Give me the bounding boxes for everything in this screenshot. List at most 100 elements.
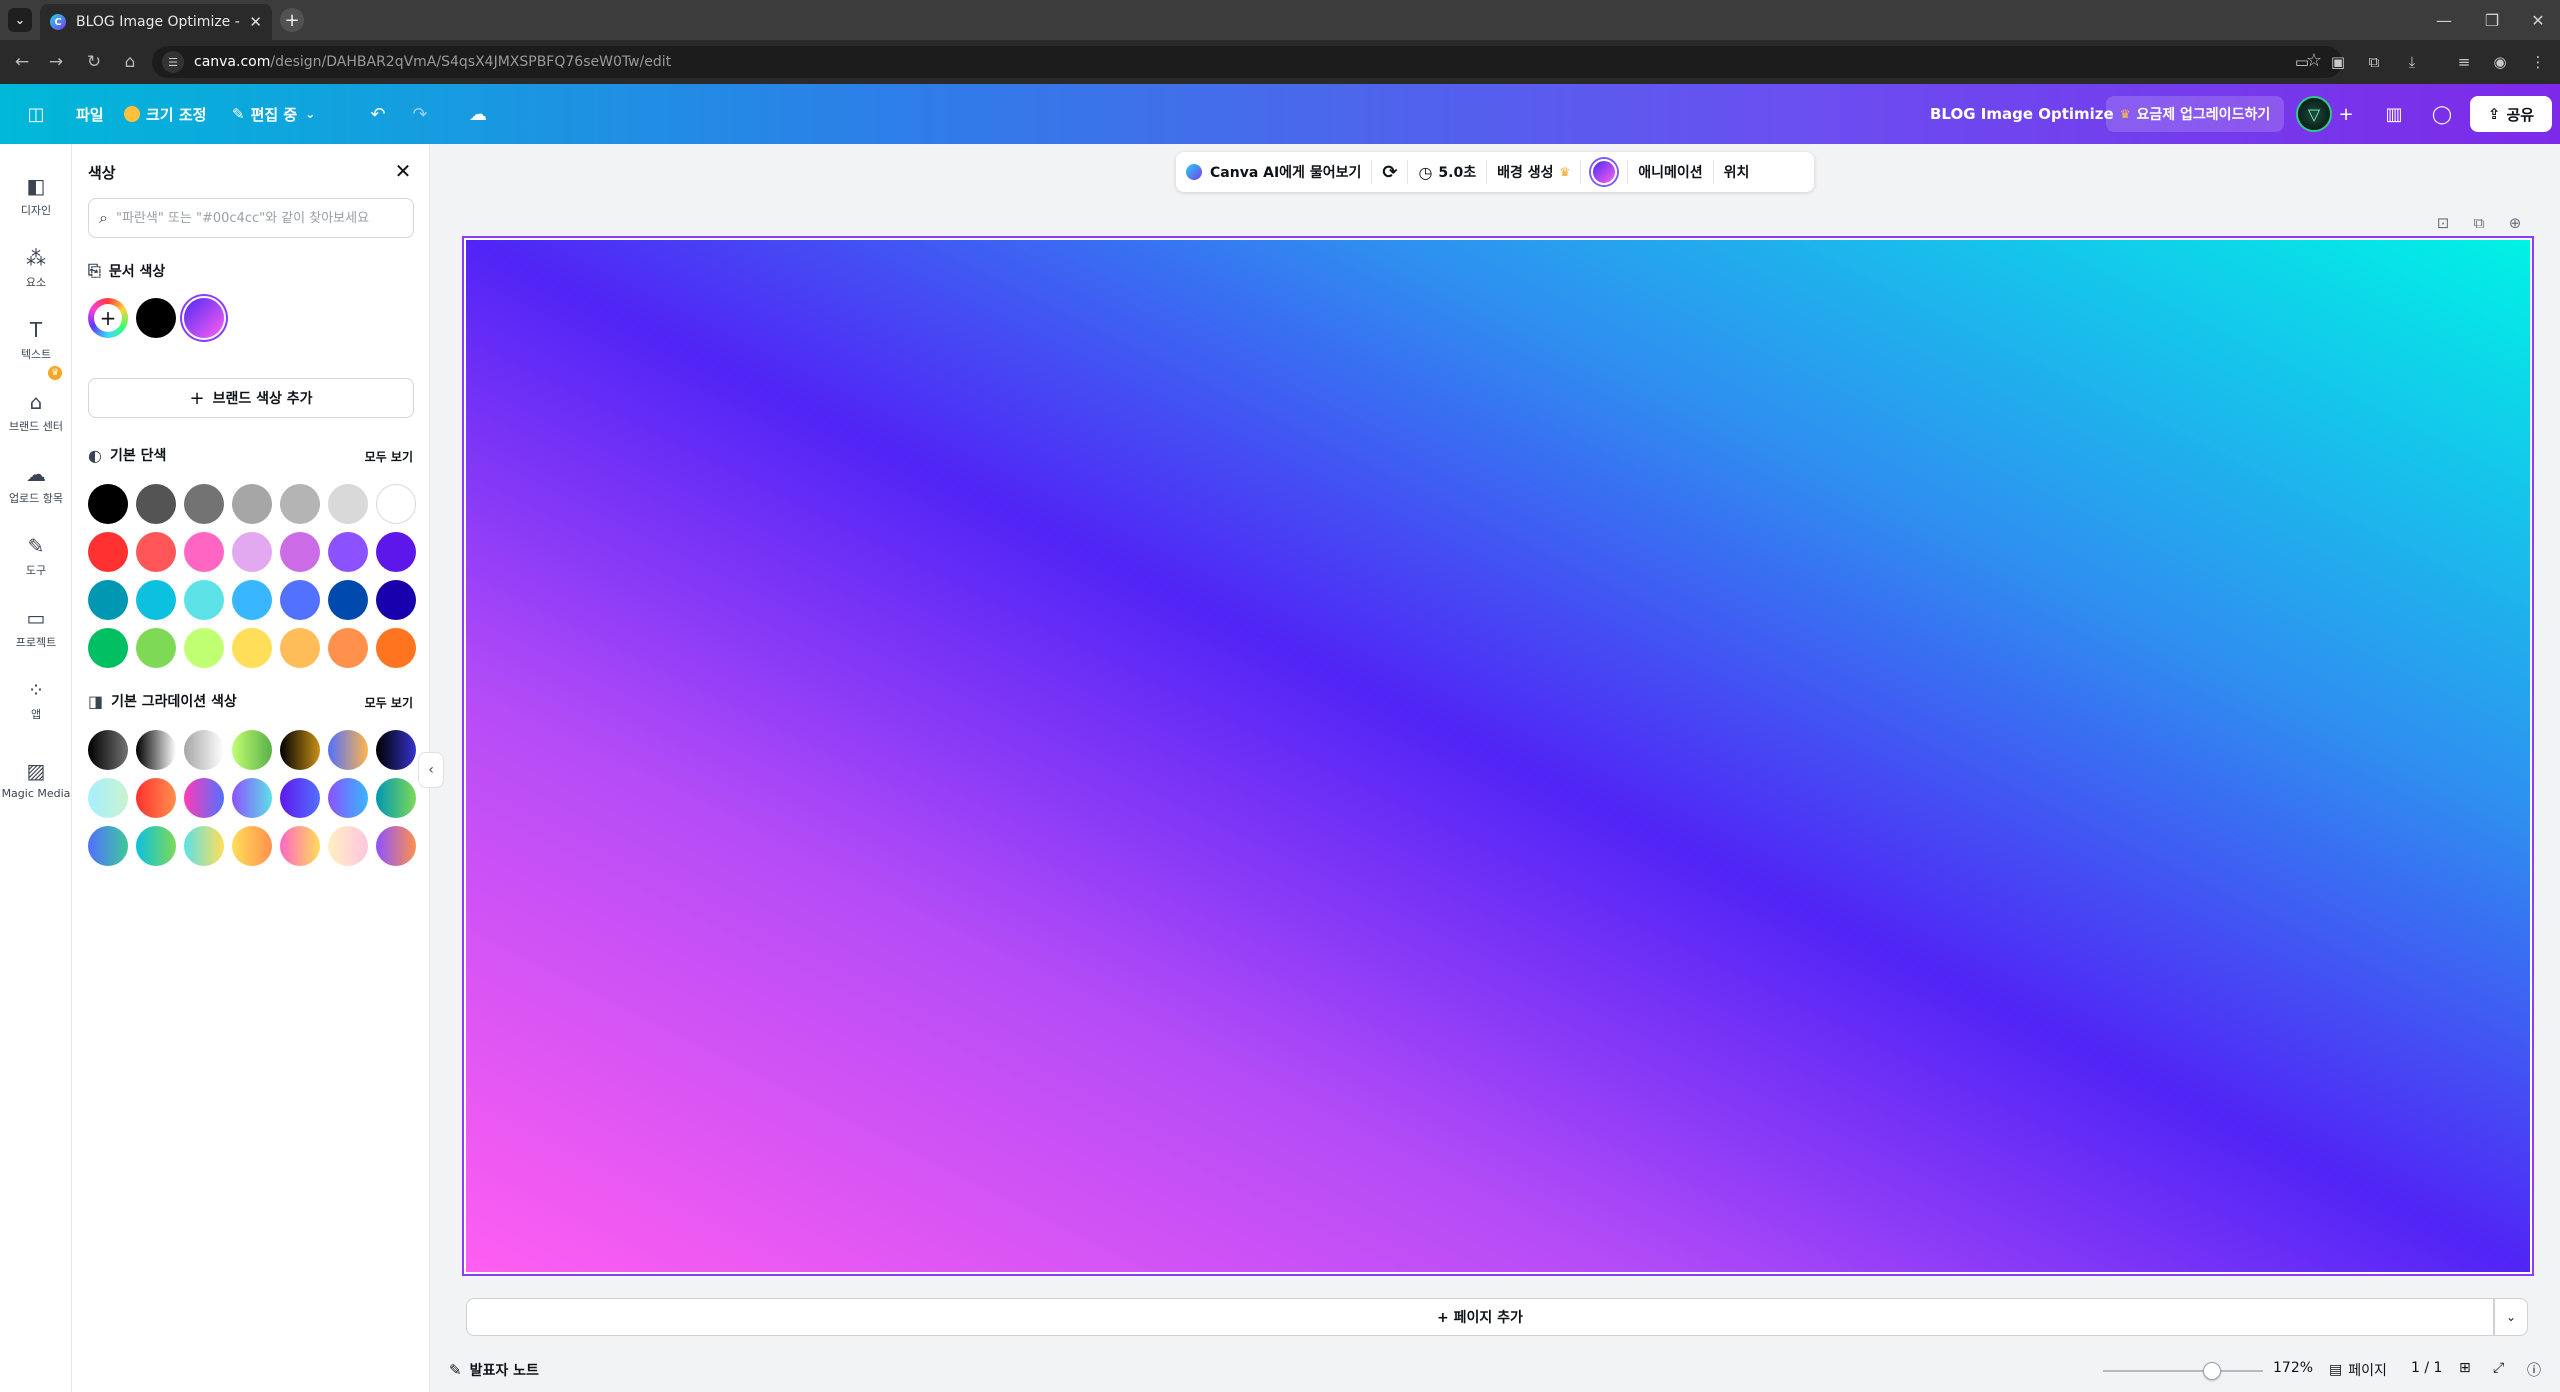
- lock-icon[interactable]: ⊡: [2432, 212, 2454, 234]
- solid-color-swatch[interactable]: [88, 580, 128, 620]
- rail-item-uploads[interactable]: ☁ 업로드 항목: [0, 452, 72, 514]
- rail-item-projects[interactable]: ▭ 프로젝트: [0, 596, 72, 658]
- solid-color-swatch[interactable]: [88, 532, 128, 572]
- gradient-color-swatch[interactable]: [88, 778, 128, 818]
- solid-color-swatch[interactable]: [232, 580, 272, 620]
- editing-mode-button[interactable]: ✎ 편집 중 ⌄: [232, 98, 315, 130]
- solid-color-swatch[interactable]: [280, 580, 320, 620]
- solid-color-swatch[interactable]: [232, 532, 272, 572]
- pages-button[interactable]: ▤ 페이지: [2329, 1360, 2387, 1380]
- solid-color-swatch[interactable]: [184, 580, 224, 620]
- collapse-panel-icon[interactable]: ‹: [418, 752, 444, 788]
- zoom-slider-thumb[interactable]: [2203, 1362, 2221, 1380]
- solid-color-swatch[interactable]: [328, 532, 368, 572]
- gradient-color-swatch[interactable]: [280, 730, 320, 770]
- rail-item-design[interactable]: ◧ 디자인: [0, 164, 72, 226]
- back-icon[interactable]: ←: [10, 50, 34, 74]
- solid-color-swatch[interactable]: [280, 532, 320, 572]
- cloud-saved-icon[interactable]: ☁: [462, 98, 494, 130]
- solid-color-swatch[interactable]: [280, 628, 320, 668]
- reading-list-icon[interactable]: ▭: [2290, 50, 2314, 74]
- solid-color-swatch[interactable]: [328, 580, 368, 620]
- background-generator-button[interactable]: 배경 생성 ♛: [1487, 152, 1580, 192]
- close-icon[interactable]: ✕: [390, 158, 416, 184]
- solid-color-swatch[interactable]: [136, 628, 176, 668]
- solid-color-swatch[interactable]: [232, 484, 272, 524]
- gradient-color-swatch[interactable]: [328, 778, 368, 818]
- gradient-color-swatch[interactable]: [376, 778, 416, 818]
- gradient-color-swatch[interactable]: [136, 826, 176, 866]
- background-color-button[interactable]: [1581, 152, 1627, 192]
- position-button[interactable]: 위치: [1714, 152, 1760, 192]
- zoom-slider[interactable]: [2103, 1362, 2263, 1380]
- download-icon[interactable]: ⤓: [2400, 50, 2424, 74]
- animate-button[interactable]: 애니메이션: [1628, 152, 1712, 192]
- home-icon[interactable]: ⌂: [118, 50, 142, 74]
- presenter-notes-button[interactable]: ✎ 발표자 노트: [449, 1360, 539, 1380]
- help-icon[interactable]: ⓘ: [2527, 1360, 2541, 1380]
- gradient-color-swatch[interactable]: [184, 730, 224, 770]
- gradient-color-swatch[interactable]: [280, 778, 320, 818]
- rail-item-magic-media[interactable]: ▨ Magic Media: [0, 748, 72, 810]
- gradient-color-swatch[interactable]: [136, 730, 176, 770]
- ask-canva-ai-button[interactable]: Canva AI에게 물어보기: [1176, 152, 1371, 192]
- color-search[interactable]: ⌕: [88, 198, 414, 238]
- add-color-button[interactable]: +: [88, 298, 128, 338]
- rail-item-elements[interactable]: ⁂ 요소: [0, 236, 72, 298]
- add-brand-colors-button[interactable]: + 브랜드 색상 추가: [88, 378, 414, 418]
- rail-item-draw[interactable]: ✎ 도구: [0, 524, 72, 586]
- browser-tab[interactable]: C BLOG Image Optimize - 1200× ✕: [40, 4, 272, 40]
- solid-color-swatch[interactable]: [328, 484, 368, 524]
- undo-icon[interactable]: ↶: [362, 98, 394, 130]
- share-button[interactable]: ⇪ 공유: [2470, 96, 2552, 132]
- restore-icon[interactable]: ❐: [2474, 6, 2510, 34]
- gradient-color-swatch[interactable]: [184, 826, 224, 866]
- replace-icon[interactable]: ⟳: [1372, 152, 1407, 192]
- tab-search-icon[interactable]: ⌄: [8, 8, 32, 32]
- duration-button[interactable]: ◷ 5.0초: [1408, 152, 1486, 192]
- design-title[interactable]: BLOG Image Optimize: [1930, 98, 2114, 130]
- rail-item-brand[interactable]: ⌂ 브랜드 센터: [0, 380, 72, 442]
- page-counter[interactable]: 1 / 1: [2411, 1360, 2442, 1376]
- gradient-see-all-link[interactable]: 모두 보기: [365, 694, 413, 711]
- avatar[interactable]: ▽: [2296, 96, 2332, 132]
- solid-color-swatch[interactable]: [376, 484, 416, 524]
- reload-icon[interactable]: ↻: [82, 50, 106, 74]
- gradient-color-swatch[interactable]: [328, 730, 368, 770]
- gradient-color-swatch[interactable]: [88, 730, 128, 770]
- document-color-swatch[interactable]: [136, 298, 176, 338]
- solid-color-swatch[interactable]: [184, 628, 224, 668]
- add-page-icon[interactable]: ⊕: [2504, 212, 2526, 234]
- address-bar[interactable]: ☰ canva.com/design/DAHBAR2qVmA/S4qsX4JMX…: [152, 46, 2342, 78]
- gradient-color-swatch[interactable]: [184, 778, 224, 818]
- forward-icon[interactable]: →: [44, 50, 68, 74]
- solid-color-swatch[interactable]: [376, 628, 416, 668]
- media-control-icon[interactable]: ≡: [2452, 50, 2476, 74]
- resize-button[interactable]: 크기 조정: [124, 98, 206, 130]
- solid-color-swatch[interactable]: [232, 628, 272, 668]
- profile-icon[interactable]: ◉: [2488, 50, 2512, 74]
- solid-color-swatch[interactable]: [88, 484, 128, 524]
- solid-color-swatch[interactable]: [136, 580, 176, 620]
- insights-icon[interactable]: ▥: [2378, 98, 2410, 130]
- solid-color-swatch[interactable]: [184, 484, 224, 524]
- solid-color-swatch[interactable]: [376, 532, 416, 572]
- gradient-color-swatch[interactable]: [328, 826, 368, 866]
- gradient-color-swatch[interactable]: [232, 730, 272, 770]
- upgrade-button[interactable]: ♛ 요금제 업그레이드하기: [2106, 96, 2284, 132]
- rail-item-apps[interactable]: ⁘ 앱: [0, 668, 72, 730]
- solid-color-swatch[interactable]: [376, 580, 416, 620]
- file-menu[interactable]: 파일: [76, 98, 104, 130]
- solid-see-all-link[interactable]: 모두 보기: [365, 448, 413, 465]
- solid-color-swatch[interactable]: [280, 484, 320, 524]
- fullscreen-icon[interactable]: ⤢: [2493, 1360, 2504, 1376]
- design-page[interactable]: [462, 236, 2534, 1276]
- gradient-color-swatch[interactable]: [376, 826, 416, 866]
- add-page-button[interactable]: + 페이지 추가: [466, 1298, 2494, 1336]
- solid-color-swatch[interactable]: [184, 532, 224, 572]
- grid-view-icon[interactable]: ⊞: [2459, 1360, 2471, 1376]
- gradient-background[interactable]: [466, 240, 2530, 1272]
- redo-icon[interactable]: ↷: [404, 98, 436, 130]
- comment-icon[interactable]: ◯: [2426, 98, 2458, 130]
- gradient-color-swatch[interactable]: [136, 778, 176, 818]
